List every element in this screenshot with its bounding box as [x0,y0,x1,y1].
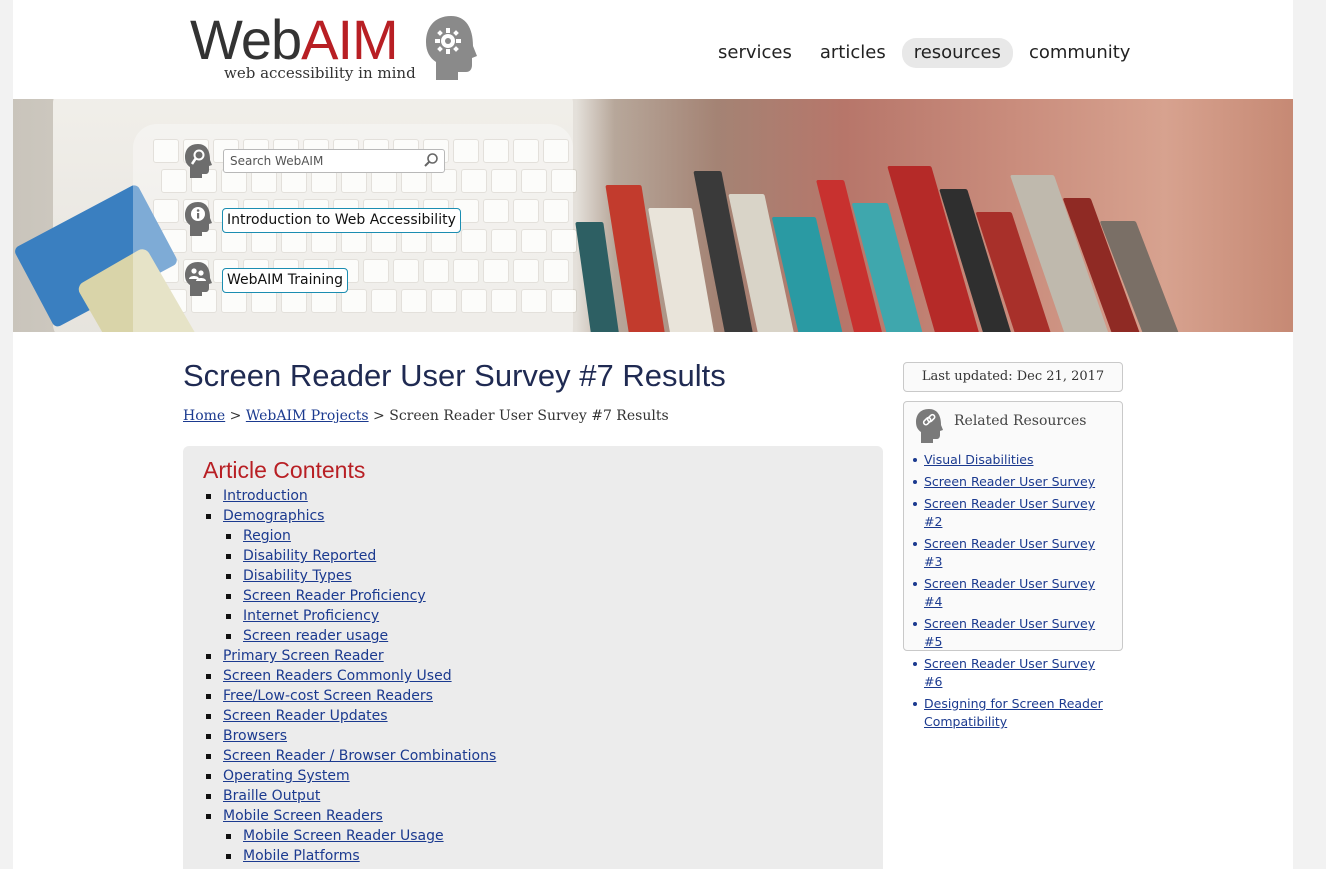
toc-subitem: Disability Reported [225,546,496,566]
search-head-icon [185,144,212,178]
related-link-survey-6[interactable]: Screen Reader User Survey #6 [924,656,1095,689]
toc-item: Screen Reader / Browser Combinations [205,746,496,766]
breadcrumb-projects[interactable]: WebAIM Projects [246,408,369,424]
toc-item: Introduction [205,486,496,506]
search-box [223,149,445,173]
head-gear-icon [426,16,477,80]
related-item: Screen Reader User Survey #6 [912,655,1117,691]
last-updated: Last updated: Dec 21, 2017 [903,362,1123,392]
related-item: Screen Reader User Survey #2 [912,495,1117,531]
related-item: Screen Reader User Survey [912,473,1117,491]
info-head-icon [185,202,212,236]
related-link-survey-3[interactable]: Screen Reader User Survey #3 [924,536,1095,569]
toc-item: Braille Output [205,786,496,806]
related-item: Designing for Screen Reader Compatibilit… [912,695,1117,731]
toc-link-mobile-screen-readers[interactable]: Mobile Screen Readers [223,808,383,824]
toc-link-mobile-platforms[interactable]: Mobile Platforms [243,848,360,864]
toc-link-browsers[interactable]: Browsers [223,728,287,744]
breadcrumb: Home > WebAIM Projects > Screen Reader U… [183,408,669,424]
breadcrumb-home[interactable]: Home [183,408,225,424]
toc-subitem: Disability Types [225,566,496,586]
link-head-icon [916,409,943,443]
webaim-training-link[interactable]: WebAIM Training [222,268,348,293]
toc-subitem: Internet Proficiency [225,606,496,626]
toc-list: Introduction Demographics Region Disabil… [205,486,496,866]
toc-link-disability-reported[interactable]: Disability Reported [243,548,376,564]
related-link-survey-1[interactable]: Screen Reader User Survey [924,474,1095,489]
main-nav: services articles resources community [706,38,1142,68]
logo-wordmark: WebAIM [190,8,399,71]
toc-link-internet-proficiency[interactable]: Internet Proficiency [243,608,379,624]
related-link-survey-2[interactable]: Screen Reader User Survey #2 [924,496,1095,529]
toc-item: Browsers [205,726,496,746]
hero-banner: Introduction to Web Accessibility WebAIM… [13,99,1293,332]
toc-subitem: Region [225,526,496,546]
breadcrumb-separator: > [368,408,390,424]
webaim-logo[interactable]: WebAIM web accessibility in mind [190,10,490,90]
toc-subitem: Screen Reader Proficiency [225,586,496,606]
page: WebAIM web accessibility in mind service… [13,0,1293,869]
toc-link-combinations[interactable]: Screen Reader / Browser Combinations [223,748,496,764]
toc-subitem: Screen reader usage [225,626,496,646]
nav-services[interactable]: services [706,38,804,68]
toc-item: Demographics Region Disability Reported … [205,506,496,646]
nav-articles[interactable]: articles [808,38,898,68]
intro-accessibility-link[interactable]: Introduction to Web Accessibility [222,208,461,233]
related-link-designing-compatibility[interactable]: Designing for Screen Reader Compatibilit… [924,696,1103,729]
toc-item: Screen Reader Updates [205,706,496,726]
book-spine [575,222,619,332]
toc-item: Primary Screen Reader [205,646,496,666]
toc-link-region[interactable]: Region [243,528,291,544]
toc-item: Screen Readers Commonly Used [205,666,496,686]
article-contents: Article Contents Introduction Demographi… [183,446,883,869]
logo-web: Web [190,8,302,71]
toc-item: Operating System [205,766,496,786]
toc-link-free-low-cost[interactable]: Free/Low-cost Screen Readers [223,688,433,704]
toc-link-primary-screen-reader[interactable]: Primary Screen Reader [223,648,384,664]
related-title: Related Resources [954,413,1087,429]
logo-aim: AIM [301,8,399,71]
toc-link-screen-reader-updates[interactable]: Screen Reader Updates [223,708,388,724]
toc-item: Free/Low-cost Screen Readers [205,686,496,706]
related-item: Visual Disabilities [912,451,1117,469]
toc-subitem: Mobile Platforms [225,846,496,866]
toc-item: Mobile Screen Readers Mobile Screen Read… [205,806,496,866]
nav-resources[interactable]: resources [901,38,1013,68]
breadcrumb-current: Screen Reader User Survey #7 Results [389,408,669,424]
toc-link-braille-output[interactable]: Braille Output [223,788,320,804]
toc-link-demographics[interactable]: Demographics [223,508,324,524]
people-head-icon [185,262,212,296]
related-item: Screen Reader User Survey #3 [912,535,1117,571]
breadcrumb-separator: > [225,408,246,424]
toc-link-introduction[interactable]: Introduction [223,488,308,504]
toc-title: Article Contents [203,457,366,483]
search-input[interactable] [224,151,420,171]
toc-link-screen-readers-commonly-used[interactable]: Screen Readers Commonly Used [223,668,452,684]
page-title: Screen Reader User Survey #7 Results [183,358,726,393]
nav-community[interactable]: community [1017,38,1143,68]
related-item: Screen Reader User Survey #4 [912,575,1117,611]
related-link-visual-disabilities[interactable]: Visual Disabilities [924,452,1034,467]
toc-link-mobile-usage[interactable]: Mobile Screen Reader Usage [243,828,444,844]
toc-sublist: Region Disability Reported Disability Ty… [225,526,496,646]
toc-link-disability-types[interactable]: Disability Types [243,568,352,584]
related-link-survey-4[interactable]: Screen Reader User Survey #4 [924,576,1095,609]
related-list: Visual Disabilities Screen Reader User S… [912,451,1117,735]
toc-subitem: Mobile Screen Reader Usage [225,826,496,846]
toc-link-screen-reader-usage[interactable]: Screen reader usage [243,628,388,644]
toc-link-operating-system[interactable]: Operating System [223,768,350,784]
logo-tagline: web accessibility in mind [224,64,416,82]
related-link-survey-5[interactable]: Screen Reader User Survey #5 [924,616,1095,649]
related-item: Screen Reader User Survey #5 [912,615,1117,651]
toc-link-screen-reader-proficiency[interactable]: Screen Reader Proficiency [243,588,426,604]
related-resources: Related Resources Visual Disabilities Sc… [903,401,1123,729]
search-icon[interactable] [423,152,439,168]
toc-sublist: Mobile Screen Reader Usage Mobile Platfo… [225,826,496,866]
